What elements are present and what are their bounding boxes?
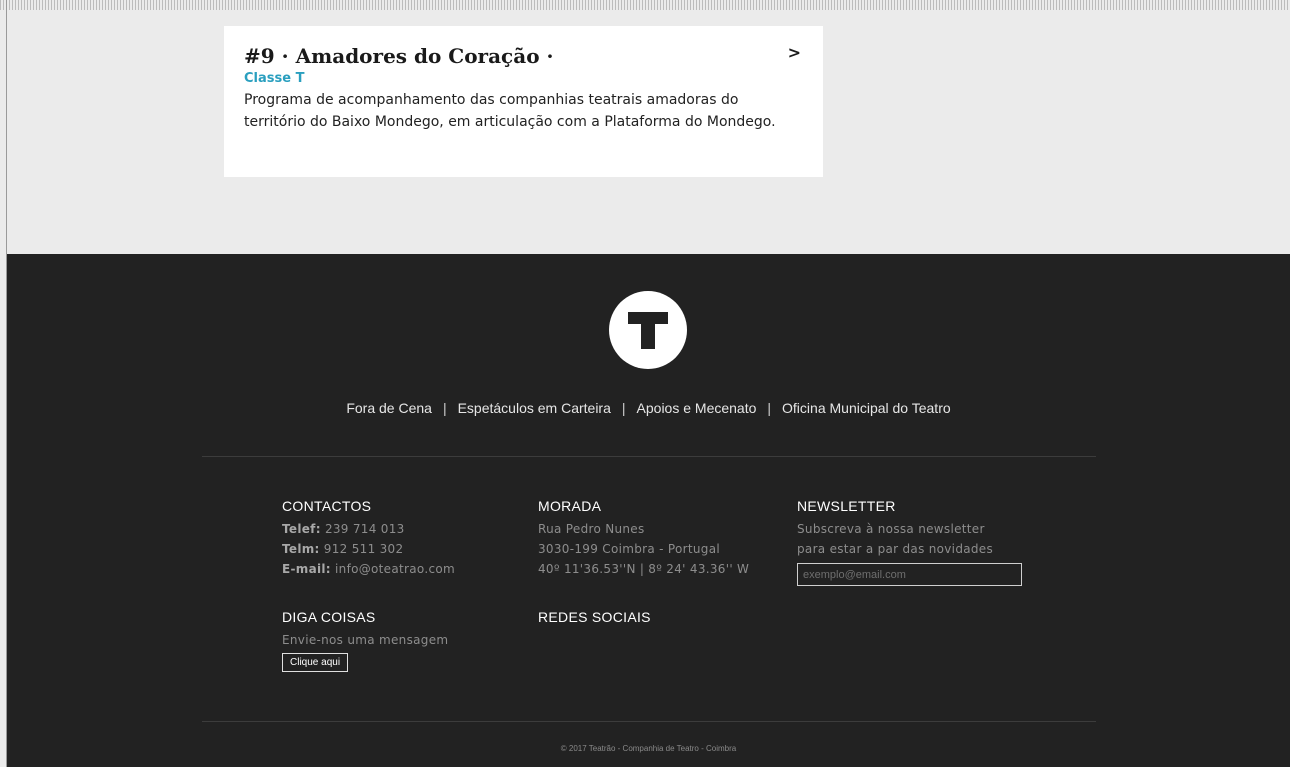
newsletter-email-input[interactable]: [797, 563, 1022, 586]
newsletter-text-1: Subscreva à nossa newsletter: [797, 522, 985, 536]
chevron-right-icon[interactable]: >: [788, 43, 801, 62]
morada-section: MORADA Rua Pedro Nunes 3030-199 Coimbra …: [538, 497, 749, 579]
newsletter-text-2: para estar a par das novidades: [797, 542, 994, 556]
site-footer: Fora de Cena | Espetáculos em Carteira | Apo…: [7, 254, 1290, 767]
diga-coisas-section: DIGA COISAS Envie-nos uma mensagem Cliqu…: [282, 608, 448, 672]
top-stripe-border: [0, 0, 1290, 10]
card-description: Programa de acompanhamento das companhia…: [244, 92, 776, 130]
mobile-line: Telm: 912 511 302: [282, 539, 455, 559]
mobile-label: Telm:: [282, 542, 320, 556]
project-card[interactable]: #9 · Amadores do Coração · > Classe T Pr…: [224, 26, 823, 177]
footer-link-fora-de-cena[interactable]: Fora de Cena: [346, 400, 432, 416]
card-category-tag: Classe T: [244, 71, 305, 86]
contactos-section: CONTACTOS Telef: 239 714 013 Telm: 912 5…: [282, 497, 455, 579]
address-street: Rua Pedro Nunes: [538, 522, 645, 536]
phone-value: 239 714 013: [324, 522, 405, 536]
nav-separator: |: [767, 400, 772, 416]
message-prompt: Envie-nos uma mensagem: [282, 633, 449, 647]
contact-button[interactable]: Clique aqui: [282, 653, 349, 672]
newsletter-heading: NEWSLETTER: [797, 498, 896, 514]
card-title: #9 · Amadores do Coração ·: [244, 44, 554, 68]
footer-link-apoios[interactable]: Apoios e Mecenato: [637, 400, 757, 416]
footer-divider: [202, 456, 1096, 457]
footer-link-oficina[interactable]: Oficina Municipal do Teatro: [782, 400, 951, 416]
address-coordinates: 40º 11'36.53''N | 8º 24' 43.36'' W: [538, 562, 750, 576]
email-link[interactable]: info@oteatrao.com: [335, 562, 455, 576]
footer-link-espetaculos[interactable]: Espetáculos em Carteira: [458, 400, 611, 416]
teatrao-logo-icon[interactable]: [609, 291, 687, 369]
morada-heading: MORADA: [538, 498, 602, 514]
redes-sociais-section: REDES SOCIAIS: [538, 608, 651, 630]
phone-line: Telef: 239 714 013: [282, 519, 455, 539]
redes-sociais-heading: REDES SOCIAIS: [538, 609, 651, 625]
footer-divider-bottom: [202, 721, 1096, 722]
phone-label: Telef:: [282, 522, 321, 536]
copyright-text: © 2017 Teatrão - Companhia de Teatro - C…: [560, 744, 737, 753]
nav-separator: |: [442, 400, 447, 416]
contactos-heading: CONTACTOS: [282, 498, 372, 514]
diga-coisas-heading: DIGA COISAS: [282, 609, 376, 625]
mobile-value: 912 511 302: [323, 542, 404, 556]
nav-separator: |: [621, 400, 626, 416]
newsletter-section: NEWSLETTER Subscreva à nossa newsletter …: [797, 497, 1022, 586]
footer-nav: Fora de Cena | Espetáculos em Carteira | Apo…: [7, 400, 1290, 416]
address-city: 3030-199 Coimbra - Portugal: [538, 542, 720, 556]
logo-t-stem: [641, 312, 655, 349]
email-label: E-mail:: [282, 562, 331, 576]
email-line: E-mail: info@oteatrao.com: [282, 559, 455, 579]
